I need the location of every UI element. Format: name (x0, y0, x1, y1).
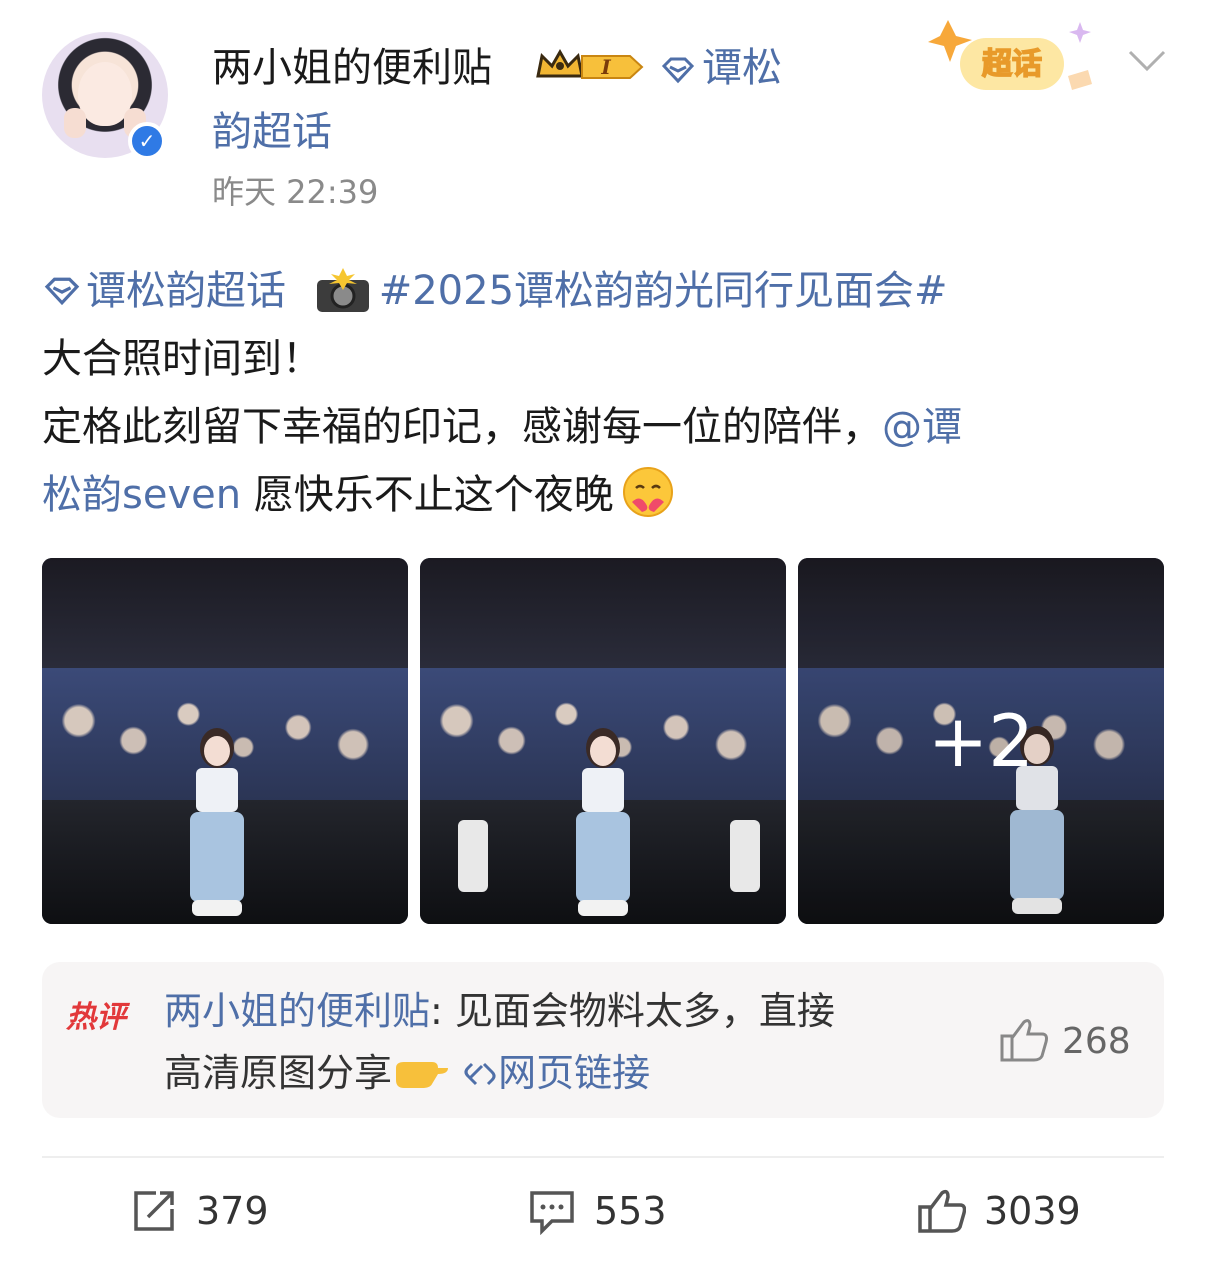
repost-button[interactable]: 379 (130, 1178, 269, 1244)
level-badge-text: I (600, 55, 611, 79)
photo-2-heater-left (458, 820, 488, 892)
hug-emoji-icon (622, 467, 673, 517)
hot-comment-tag: 热评 (66, 1000, 126, 1035)
hashtag-link[interactable]: #2025谭松韵韵光同行见面会# (379, 268, 948, 314)
pointing-right-emoji-icon (396, 1062, 449, 1088)
hot-comment-body-2: 高清原图分享 (164, 1051, 393, 1095)
photo-2-heater-right (730, 820, 760, 892)
diamond-icon (44, 277, 80, 306)
chaohua-badge-label: 超话 (982, 47, 1042, 82)
post-text-line-2: 大合照时间到！ (42, 336, 322, 382)
chaohua-badge[interactable]: 超话 (920, 16, 1104, 104)
hot-comment-author[interactable]: 两小姐的便利贴 (164, 989, 430, 1033)
photo-1-ceiling (42, 558, 408, 683)
supertopic-label-part2[interactable]: 韵超话 (212, 106, 332, 158)
post-text-line-4-body: 愿快乐不止这个夜晚 (241, 472, 614, 518)
comment-button[interactable]: 553 (528, 1178, 667, 1244)
repost-count: 379 (196, 1189, 269, 1233)
photo-2[interactable] (420, 558, 786, 924)
topic-link[interactable]: 谭松韵超话 (42, 268, 286, 314)
avatar-hand-left (64, 108, 86, 138)
supertopic-label-part1: 谭松 (702, 45, 782, 91)
post-time: 昨天 22:39 (212, 173, 379, 211)
verified-icon: ✓ (128, 122, 166, 160)
hot-comment-like-count: 268 (1062, 1021, 1131, 1062)
diamond-icon (661, 57, 695, 84)
mention-link-part1[interactable]: @谭 (882, 404, 962, 450)
hot-comment-body-1: : 见面会物料太多，直接 (430, 989, 835, 1033)
photo-1-person (182, 728, 252, 918)
comment-icon (530, 1191, 574, 1235)
photo-2-person (568, 728, 638, 918)
photo-3[interactable]: +2 (798, 558, 1164, 924)
post-text-line-1: 谭松韵超话 #2025谭松韵韵光同行见面会# (42, 258, 1172, 324)
thumbs-up-icon (918, 1189, 966, 1233)
username[interactable]: 两小姐的便利贴 (212, 42, 492, 94)
post-text-line-3: 定格此刻留下幸福的印记，感谢每一位的陪伴，@谭 (42, 394, 1172, 460)
post-text-line-4: 松韵seven 愿快乐不止这个夜晚 (42, 462, 1172, 528)
comment-count: 553 (594, 1189, 667, 1233)
like-count: 3039 (984, 1189, 1081, 1233)
hot-comment-text: 两小姐的便利贴: 见面会物料太多，直接 高清原图分享 网页链接 (164, 980, 964, 1104)
link-icon (464, 1062, 496, 1086)
post-text-line-3-body: 定格此刻留下幸福的印记，感谢每一位的陪伴， (42, 404, 882, 450)
photo-1[interactable] (42, 558, 408, 924)
action-divider (42, 1156, 1164, 1158)
web-link-label: 网页链接 (498, 1051, 651, 1095)
photo-2-ceiling (420, 558, 786, 683)
supertopic-link[interactable]: 谭松 (660, 42, 782, 94)
web-link[interactable]: 网页链接 (462, 1051, 650, 1095)
crown-level-badge: I (536, 48, 644, 79)
more-photos-count[interactable]: +2 (798, 558, 1164, 924)
like-button[interactable]: 3039 (916, 1178, 1081, 1244)
topic-link-label: 谭松韵超话 (86, 268, 286, 314)
camera-flash-icon (316, 268, 369, 312)
repost-icon (134, 1191, 174, 1231)
chevron-down-icon[interactable] (1126, 48, 1168, 74)
hot-comment[interactable]: 热评 两小姐的便利贴: 见面会物料太多，直接 高清原图分享 网页链接 268 (42, 962, 1164, 1118)
mention-link-part2[interactable]: 松韵seven (42, 472, 241, 518)
